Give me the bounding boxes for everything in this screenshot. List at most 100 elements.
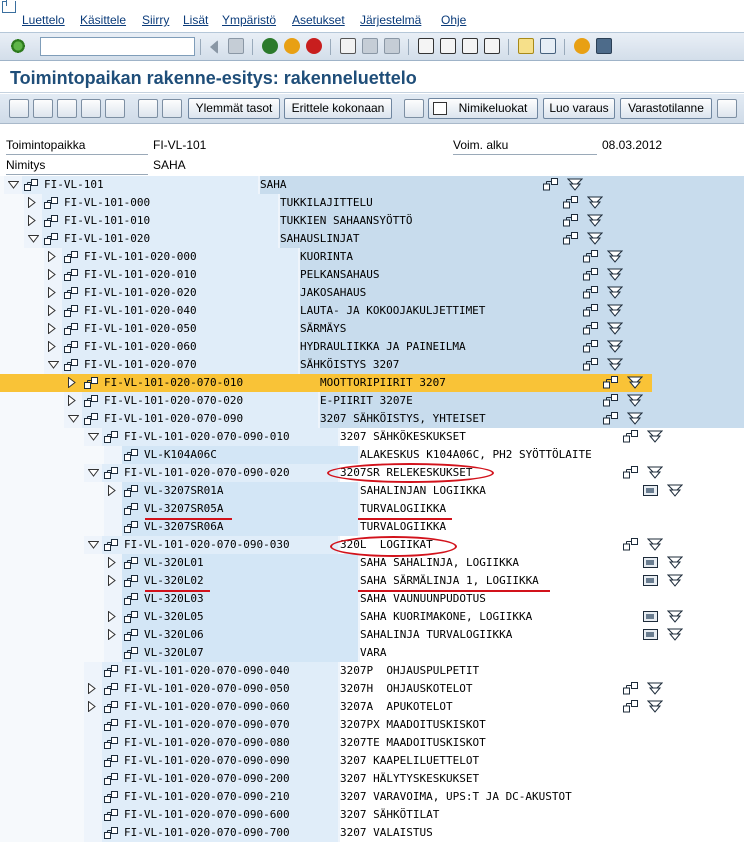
shortcut-icon[interactable]	[540, 38, 556, 54]
tree-row[interactable]: FI-VL-101-020-070-010 MOOTTORIPIIRIT 3207	[0, 374, 744, 392]
command-field[interactable]	[40, 37, 195, 56]
node-id[interactable]: FI-VL-101-020-070-090-200	[124, 770, 290, 788]
expand-node-icon[interactable]	[108, 485, 118, 496]
tree-row[interactable]: FI-VL-101-020-070-090-070 3207PX MAADOITU…	[0, 716, 744, 734]
hierarchy-icon[interactable]	[583, 322, 599, 335]
expand-node-icon[interactable]	[28, 215, 38, 226]
node-id[interactable]: FI-VL-101-020-070-090-700	[124, 824, 290, 842]
node-id[interactable]: VL-320L06	[144, 626, 204, 644]
cancel-icon[interactable]	[306, 38, 322, 54]
node-id[interactable]: VL-320L01	[144, 554, 204, 572]
hierarchy-icon[interactable]	[623, 538, 639, 551]
exit-icon[interactable]	[284, 38, 300, 54]
node-id[interactable]: FI-VL-101-020-070-010	[104, 374, 243, 392]
node-id[interactable]: FI-VL-101-010	[64, 212, 150, 230]
expand-node-icon[interactable]	[108, 575, 118, 586]
tree-row[interactable]: VL-320L01 SAHA SAHALINJA, LOGIIKKA	[0, 554, 744, 572]
item-classes-button[interactable]: Nimikeluokat	[428, 98, 538, 119]
tree-row[interactable]: FI-VL-101-020-070-090-200 3207 HÄLYTYSKES…	[0, 770, 744, 788]
tree-row[interactable]: VL-3207SR06A TURVALOGIIKKA	[0, 518, 744, 536]
node-id[interactable]: FI-VL-101-020-070-090-030	[124, 536, 290, 554]
expand-node-icon[interactable]	[48, 251, 58, 262]
enter-icon[interactable]	[10, 38, 26, 54]
node-id[interactable]: FI-VL-101-020-010	[84, 266, 197, 284]
node-id[interactable]: FI-VL-101-020-020	[84, 284, 197, 302]
node-id[interactable]: VL-320L03	[144, 590, 204, 608]
hierarchy-icon[interactable]	[543, 178, 559, 191]
hierarchy-icon[interactable]	[583, 250, 599, 263]
node-id[interactable]: FI-VL-101-000	[64, 194, 150, 212]
find-next-icon[interactable]	[384, 38, 400, 54]
node-id[interactable]: FI-VL-101-020-070-090-600	[124, 806, 290, 824]
tree-row[interactable]: FI-VL-101-000 TUKKILAJITTELU	[0, 194, 744, 212]
collapse-node-icon[interactable]	[88, 469, 99, 479]
tree-row[interactable]: VL-3207SR01A SAHALINJAN LOGIIKKA	[0, 482, 744, 500]
node-id[interactable]: FI-VL-101-020-070-090-070	[124, 716, 290, 734]
filter-down-icon[interactable]	[607, 340, 623, 353]
node-id[interactable]: FI-VL-101-020-070-090-210	[124, 788, 290, 806]
filter-down-icon[interactable]	[587, 214, 603, 227]
equipment-icon[interactable]	[643, 556, 659, 569]
equipment-icon[interactable]	[643, 610, 659, 623]
tree-row[interactable]: VL-320L03 SAHA VAUNUUNPUDOTUS	[0, 590, 744, 608]
tree-row[interactable]: VL-320L02 SAHA SÄRMÄLINJA 1, LOGIIKKA	[0, 572, 744, 590]
hierarchy-icon[interactable]	[563, 214, 579, 227]
filter-down-icon[interactable]	[567, 178, 583, 191]
back-icon[interactable]	[262, 38, 278, 54]
tree-row[interactable]: FI-VL-101-020-070-090-060 3207A APUKOTELO…	[0, 698, 744, 716]
expand-node-icon[interactable]	[68, 377, 78, 388]
expand-node-icon[interactable]	[48, 323, 58, 334]
filter-down-icon[interactable]	[647, 430, 663, 443]
filter-down-icon[interactable]	[607, 304, 623, 317]
filter-down-icon[interactable]	[607, 250, 623, 263]
node-id[interactable]: FI-VL-101-020-070-090-050	[124, 680, 290, 698]
collapse-icon[interactable]	[208, 40, 218, 54]
node-id[interactable]: FI-VL-101-020-000	[84, 248, 197, 266]
tree-row[interactable]: FI-VL-101-020-070-090-600 3207 SÄHKÖTILAT	[0, 806, 744, 824]
menu-asetukset[interactable]: Asetukset	[292, 13, 345, 27]
expand-node-icon[interactable]	[48, 305, 58, 316]
node-id[interactable]: VL-3207SR01A	[144, 482, 223, 500]
tree-row[interactable]: VL-3207SR05A TURVALOGIIKKA	[0, 500, 744, 518]
node-id[interactable]: FI-VL-101-020-040	[84, 302, 197, 320]
expand-node-icon[interactable]	[68, 395, 78, 406]
hierarchy-icon[interactable]	[583, 286, 599, 299]
tree-row[interactable]: FI-VL-101-020-000 KUORINTA	[0, 248, 744, 266]
filter-down-icon[interactable]	[647, 682, 663, 695]
tree-row[interactable]: FI-VL-101-020-070-090-090 3207 KAAPELILUE…	[0, 752, 744, 770]
tree-row[interactable]: FI-VL-101-020-070-090-080 3207TE MAADOITU…	[0, 734, 744, 752]
collapse-node-icon[interactable]	[48, 361, 59, 371]
hierarchy-icon[interactable]	[603, 394, 619, 407]
node-id[interactable]: FI-VL-101-020	[64, 230, 150, 248]
collapse-subtree-icon[interactable]	[81, 99, 101, 118]
hierarchy-icon[interactable]	[623, 682, 639, 695]
print-icon[interactable]	[340, 38, 356, 54]
last-page-icon[interactable]	[484, 38, 500, 54]
expand-node-icon[interactable]	[88, 683, 98, 694]
filter-down-icon[interactable]	[627, 412, 643, 425]
node-id[interactable]: FI-VL-101-020-070-090-040	[124, 662, 290, 680]
tree-row[interactable]: FI-VL-101-020-070-090-040 3207P OHJAUSPUL…	[0, 662, 744, 680]
filter-down-icon[interactable]	[607, 358, 623, 371]
expand-node-icon[interactable]	[48, 341, 58, 352]
filter-down-icon[interactable]	[667, 610, 683, 623]
filter-down-icon[interactable]	[667, 628, 683, 641]
filter-down-icon[interactable]	[587, 232, 603, 245]
collapse-node-icon[interactable]	[88, 541, 99, 551]
node-id[interactable]: FI-VL-101-020-060	[84, 338, 197, 356]
tree-row[interactable]: VL-320L06 SAHALINJA TURVALOGIIKKA	[0, 626, 744, 644]
stock-status-button[interactable]: Varastotilanne	[620, 98, 712, 119]
tree-row[interactable]: FI-VL-101-020-070-090-210 3207 VARAVOIMA,…	[0, 788, 744, 806]
new-session-icon[interactable]	[518, 38, 534, 54]
hierarchy-icon[interactable]	[583, 268, 599, 281]
display-object-icon[interactable]	[162, 99, 182, 118]
help-icon[interactable]	[574, 38, 590, 54]
tree-row[interactable]: FI-VL-101-020-070-090-010 3207 SÄHKÖKESKU…	[0, 428, 744, 446]
create-reservation-button[interactable]: Luo varaus	[543, 98, 615, 119]
next-page-icon[interactable]	[462, 38, 478, 54]
tree-row[interactable]: VL-320L07 VARA	[0, 644, 744, 662]
menu-corner-icon[interactable]	[2, 0, 16, 13]
node-id[interactable]: VL-320L07	[144, 644, 204, 662]
filter-down-icon[interactable]	[607, 286, 623, 299]
tree-row[interactable]: FI-VL-101-020-070-090-700 3207 VALAISTUS	[0, 824, 744, 842]
